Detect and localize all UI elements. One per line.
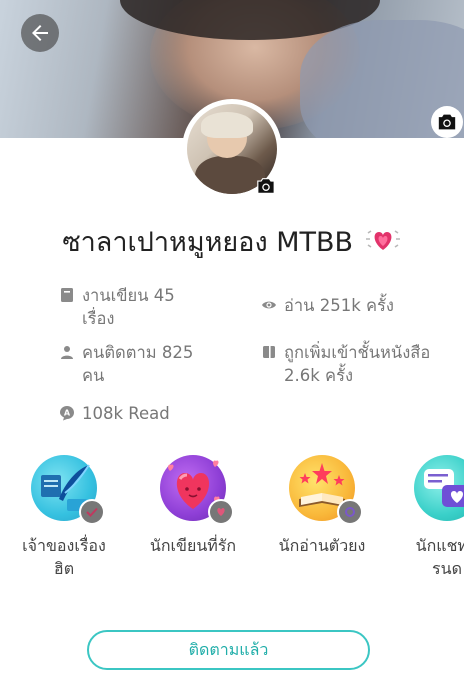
badge-label: นักเขียนที่รัก bbox=[149, 536, 237, 555]
badge-locked-indicator bbox=[79, 499, 105, 525]
chat-badge-icon bbox=[424, 469, 464, 507]
person-icon bbox=[61, 346, 73, 359]
bookshelf-icon bbox=[263, 346, 275, 358]
stat-shelved: ถูกเพิ่มเข้าชั้นหนังสือ 2.6k ครั้ง bbox=[261, 341, 461, 387]
stat-reads: อ่าน 251k ครั้ง bbox=[261, 294, 461, 317]
badge-locked-indicator bbox=[208, 499, 234, 525]
stat-followers: คนติดตาม 825 คน bbox=[59, 341, 239, 387]
camera-icon bbox=[438, 114, 456, 130]
sparkling-heart-icon bbox=[364, 227, 402, 260]
stat-works: งานเขียน 45 เรื่อง bbox=[59, 284, 239, 330]
stat-reads-text: อ่าน 251k ครั้ง bbox=[284, 296, 394, 315]
badge-avid-reader[interactable]: นักอ่านตัวยง bbox=[262, 455, 382, 557]
badge-hit-story-owner[interactable]: เจ้าของเรื่อง ฮิต bbox=[4, 455, 124, 580]
read-badge-icon: A bbox=[60, 406, 74, 421]
change-cover-button[interactable] bbox=[431, 106, 463, 138]
stat-read-count-text: 108k Read bbox=[82, 404, 170, 423]
change-avatar-button[interactable] bbox=[255, 176, 277, 196]
stat-followers-text: คนติดตาม 825 คน bbox=[82, 343, 194, 385]
camera-icon bbox=[257, 178, 275, 194]
stat-read-count: A 108k Read bbox=[59, 402, 239, 425]
profile-name: ซาลาเปาหมูหยอง MTBB bbox=[0, 220, 464, 263]
back-button[interactable] bbox=[21, 14, 59, 52]
following-button-label: ติดตามแล้ว bbox=[188, 639, 269, 659]
badge-label: เจ้าของเรื่อง ฮิต bbox=[22, 536, 106, 578]
badge-label: นักอ่านตัวยง bbox=[278, 536, 366, 555]
following-button[interactable]: ติดตามแล้ว bbox=[87, 630, 370, 670]
arrow-left-icon bbox=[32, 25, 48, 41]
eye-icon bbox=[262, 301, 276, 309]
badge-beloved-writer[interactable]: นักเขียนที่รัก bbox=[133, 455, 253, 557]
stat-works-text: งานเขียน 45 เรื่อง bbox=[82, 286, 175, 328]
svg-text:A: A bbox=[64, 409, 71, 418]
stat-shelved-text: ถูกเพิ่มเข้าชั้นหนังสือ 2.6k ครั้ง bbox=[284, 343, 431, 385]
badge-label: นักแชทตั รนด bbox=[415, 536, 464, 578]
badge-chat[interactable]: นักแชทตั รนด bbox=[387, 455, 464, 580]
badge-locked-indicator bbox=[337, 499, 363, 525]
book-icon bbox=[61, 288, 73, 302]
profile-name-text: ซาลาเปาหมูหยอง MTBB bbox=[62, 227, 354, 258]
